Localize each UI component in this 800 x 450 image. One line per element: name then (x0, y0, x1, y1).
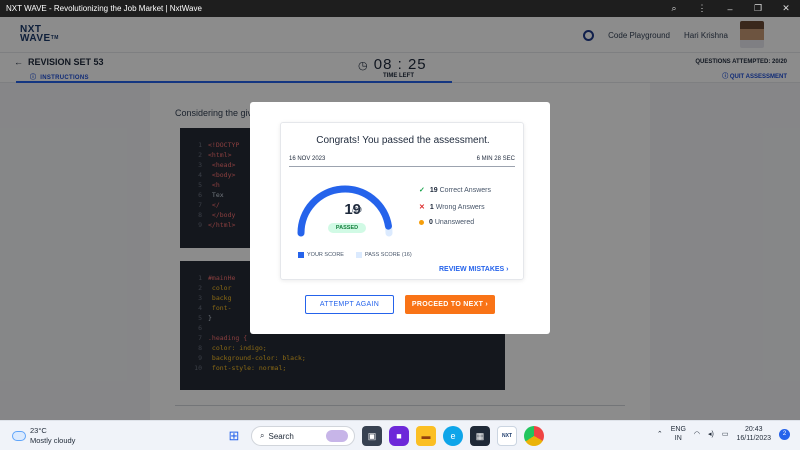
chrome-icon[interactable] (524, 426, 544, 446)
clock[interactable]: 20:43 16/11/2023 (736, 425, 771, 443)
pass-score-swatch (356, 252, 362, 258)
correct-answers-stat: ✓ 19 Correct Answers (419, 186, 491, 195)
notification-badge[interactable]: 2 (779, 428, 790, 440)
task-view-icon[interactable]: ▣ (362, 426, 382, 446)
check-icon: ✓ (419, 187, 425, 194)
unanswered-label: Unanswered (434, 219, 475, 226)
teams-icon[interactable]: ■ (389, 426, 409, 446)
windows-start-icon[interactable]: ⊞ (224, 426, 244, 446)
search-placeholder: Search (268, 431, 294, 441)
wrong-count: 1 (429, 203, 434, 211)
proceed-label: PROCEED TO NEXT (411, 301, 484, 308)
window-titlebar: NXT WAVE - Revolutionizing the Job Marke… (0, 0, 800, 17)
search-icon: ⌕ (260, 431, 265, 440)
lang-line2: IN (674, 435, 682, 442)
result-title: Congrats! You passed the assessment. (316, 135, 490, 146)
attempt-again-button[interactable]: ATTEMPT AGAIN (305, 295, 394, 314)
weather-widget[interactable]: 23°C Mostly cloudy (12, 426, 75, 446)
wrong-answers-stat: ✕ 1 Wrong Answers (419, 203, 485, 212)
proceed-to-next-button[interactable]: PROCEED TO NEXT › (405, 295, 495, 314)
lang-line1: ENG (670, 426, 686, 433)
wifi-icon[interactable]: ◠ (694, 430, 700, 438)
unanswered-stat: 0 Unanswered (419, 219, 474, 226)
pass-score-label: PASS SCORE (16) (365, 252, 412, 258)
status-badge: PASSED (328, 223, 366, 233)
search-icon[interactable]: ⌕ (660, 0, 688, 17)
score-total: /20 (352, 207, 362, 214)
dot-icon (419, 220, 424, 225)
chevron-up-icon[interactable]: ⌃ (657, 430, 663, 438)
clock-date: 16/11/2023 (736, 435, 771, 442)
language-indicator[interactable]: ENG IN (671, 425, 686, 443)
windows-taskbar: 23°C Mostly cloudy ⊞ ⌕ Search ▣ ■ ▬ e ▦ … (0, 420, 800, 450)
result-modal: Congrats! You passed the assessment. 16 … (250, 102, 550, 334)
legend-pass-score: PASS SCORE (16) (356, 252, 412, 258)
more-options-icon[interactable]: ⋮ (688, 0, 716, 17)
review-mistakes-link[interactable]: REVIEW MISTAKES › (439, 266, 509, 273)
clock-time: 20:43 (744, 426, 763, 433)
legend-your-score: YOUR SCORE (298, 252, 344, 258)
maximize-icon[interactable]: ❐ (744, 0, 772, 17)
your-score-swatch (298, 252, 304, 258)
weather-temp: 23°C (30, 426, 47, 435)
correct-count: 19 (429, 186, 438, 194)
result-card: Congrats! You passed the assessment. 16 … (280, 122, 524, 280)
volume-icon[interactable]: ◂) (708, 430, 714, 438)
correct-label: Correct Answers (439, 186, 491, 194)
your-score-label: YOUR SCORE (307, 252, 344, 258)
taskbar-search[interactable]: ⌕ Search (251, 426, 355, 446)
result-meta: 16 NOV 2023 6 MIN 28 SEC (289, 156, 515, 167)
store-icon[interactable]: ▦ (470, 426, 490, 446)
edge-icon[interactable]: e (443, 426, 463, 446)
battery-icon[interactable]: ▭ (722, 430, 729, 438)
taskbar-apps: ⊞ ⌕ Search ▣ ■ ▬ e ▦ NXT (224, 426, 544, 446)
cross-icon: ✕ (419, 204, 425, 211)
review-label: REVIEW MISTAKES (439, 266, 505, 273)
result-date: 16 NOV 2023 (289, 156, 326, 162)
result-duration: 6 MIN 28 SEC (476, 156, 515, 162)
file-explorer-icon[interactable]: ▬ (416, 426, 436, 446)
window-title: NXT WAVE - Revolutionizing the Job Marke… (6, 4, 202, 13)
system-tray: ⌃ ENG IN ◠ ◂) ▭ 20:43 16/11/2023 2 (657, 425, 790, 443)
nxtwave-app-icon[interactable]: NXT (497, 426, 517, 446)
weather-desc: Mostly cloudy (30, 436, 76, 445)
wrong-label: Wrong Answers (435, 203, 485, 211)
unanswered-count: 0 (429, 219, 433, 226)
cloud-icon (12, 431, 26, 441)
close-icon[interactable]: ✕ (772, 0, 800, 17)
minimize-icon[interactable]: – (716, 0, 744, 17)
search-highlight-icon (326, 430, 348, 442)
